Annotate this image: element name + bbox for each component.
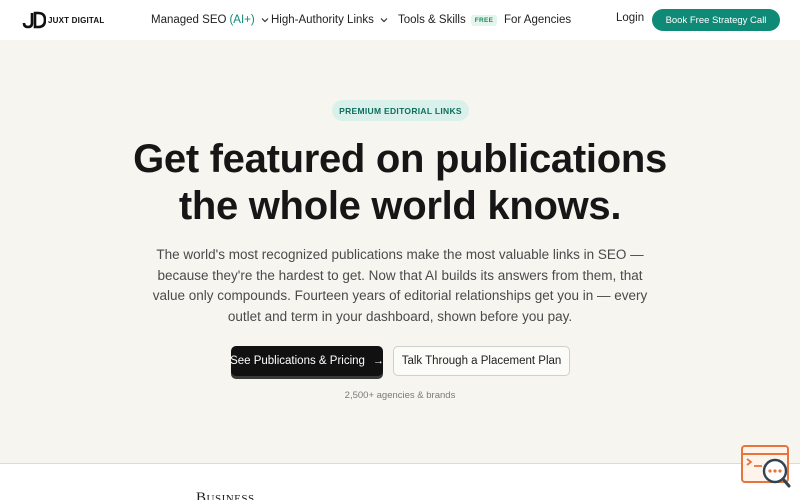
brand-logo[interactable]: JUXT DIGITAL <box>22 10 104 30</box>
section-label-business: Business <box>196 490 255 500</box>
hero-headline: Get featured on publications the whole w… <box>100 136 700 230</box>
nav-tools-skills[interactable]: Tools & Skills FREE <box>398 12 498 28</box>
nav-for-agencies[interactable]: For Agencies <box>504 12 571 28</box>
brand-name: JUXT DIGITAL <box>48 15 105 25</box>
premium-editorial-badge: PREMIUM EDITORIAL LINKS <box>332 100 469 121</box>
nav-for-agencies-label: For Agencies <box>504 14 572 26</box>
nav-tools-skills-label: Tools & Skills <box>398 14 466 26</box>
subtext-line: The world's most recognized publications… <box>156 247 644 262</box>
talk-through-placement-button[interactable]: Talk Through a Placement Plan <box>393 346 570 376</box>
top-navigation: JUXT DIGITAL Managed SEO (AI+) High-Auth… <box>0 0 800 40</box>
chevron-down-icon <box>380 18 388 23</box>
hero-subtext: The world's most recognized publications… <box>150 245 650 327</box>
nav-managed-seo[interactable]: Managed SEO (AI+) <box>151 12 269 28</box>
social-proof-text: 2,500+ agencies & brands <box>344 390 456 401</box>
arrow-right-icon: → <box>372 355 384 367</box>
subtext-line: outlet and term in your dashboard, shown… <box>227 308 573 324</box>
subtext-line: because they're the hardest to get. Now … <box>157 267 643 283</box>
nav-managed-seo-accent: (AI+) <box>229 14 255 26</box>
chevron-down-icon <box>261 18 269 23</box>
subtext-line: value only compounds. Fourteen years of … <box>152 288 648 303</box>
nav-high-authority-links-label: High-Authority Links <box>271 14 374 26</box>
see-publications-pricing-button[interactable]: See Publications & Pricing → <box>230 346 384 376</box>
chat-search-icon <box>741 445 791 488</box>
jd-logo-icon <box>22 11 46 29</box>
primary-button-label: See Publications & Pricing <box>230 355 365 367</box>
chat-widget-button[interactable] <box>740 444 792 490</box>
book-strategy-call-button[interactable]: Book Free Strategy Call <box>652 9 780 31</box>
free-badge: FREE <box>470 14 498 26</box>
headline-line: Get featured on publications <box>133 137 667 181</box>
lower-section <box>0 464 800 500</box>
nav-high-authority-links[interactable]: High-Authority Links <box>271 12 388 28</box>
headline-line: the whole world knows. <box>178 184 622 228</box>
login-link[interactable]: Login <box>616 12 644 24</box>
nav-managed-seo-label: Managed SEO <box>151 14 227 26</box>
